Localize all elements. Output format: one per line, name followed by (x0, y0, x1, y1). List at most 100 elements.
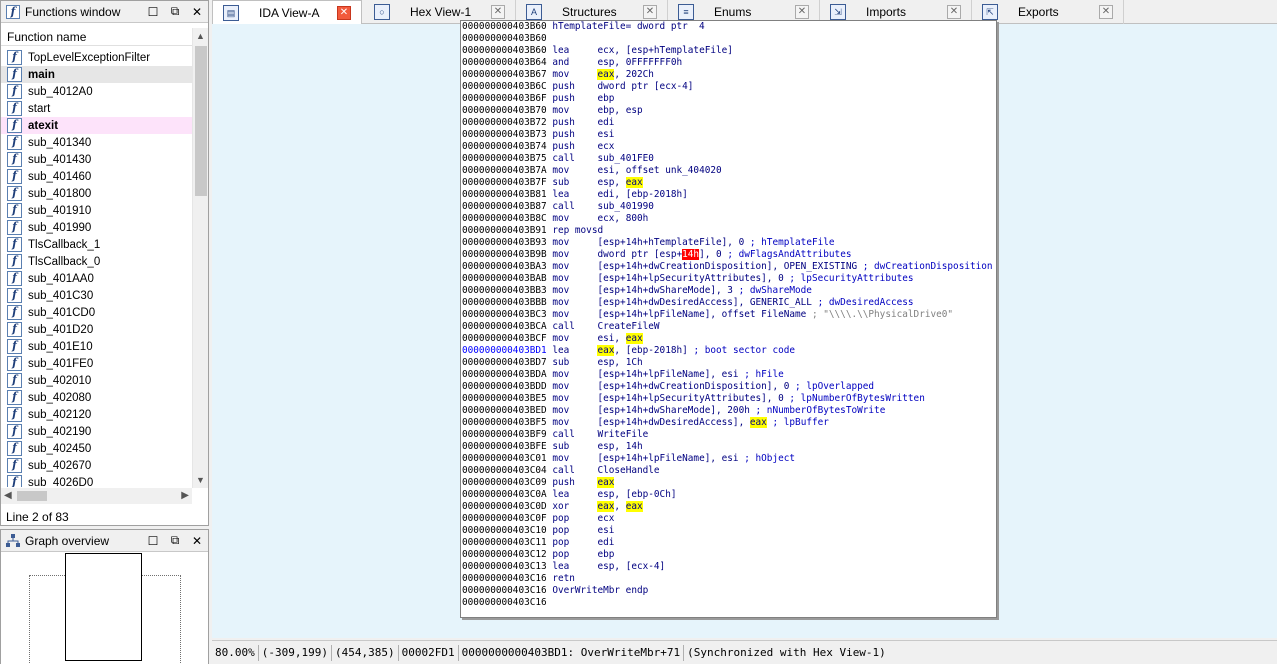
disassembly-line[interactable]: 000000000403B73 push esi (462, 129, 996, 141)
float-icon[interactable]: ⧉ (164, 533, 186, 548)
scroll-up-icon[interactable]: ▲ (193, 28, 208, 44)
disassembly-line[interactable]: 000000000403B9B mov dword ptr [esp+14h],… (462, 249, 996, 261)
disassembly-line[interactable]: 000000000403BDD mov [esp+14h+dwCreationD… (462, 381, 996, 393)
disassembly-line[interactable]: 000000000403C16 retn (462, 573, 996, 585)
disassembly-line[interactable]: 000000000403B87 call sub_401990 (462, 201, 996, 213)
disassembly-line[interactable]: 000000000403BC3 mov [esp+14h+lpFileName]… (462, 309, 996, 321)
function-list-item[interactable]: f sub_401430 (1, 151, 192, 168)
close-tab-icon[interactable]: ✕ (947, 5, 961, 19)
function-list-item[interactable]: f sub_401340 (1, 134, 192, 151)
function-list-hscrollbar[interactable]: ◀ ▶ (1, 488, 192, 504)
disassembly-line[interactable]: 000000000403B60 hTemplateFile= dword ptr… (462, 21, 996, 33)
disassembly-line[interactable]: 000000000403C09 push eax (462, 477, 996, 489)
function-list-item[interactable]: f start (1, 100, 192, 117)
close-icon[interactable]: ✕ (186, 534, 208, 548)
disassembly-line[interactable]: 000000000403C10 pop esi (462, 525, 996, 537)
close-tab-icon[interactable]: ✕ (795, 5, 809, 19)
close-tab-icon[interactable]: ✕ (1099, 5, 1113, 19)
disassembly-line[interactable]: 000000000403C01 mov [esp+14h+lpFileName]… (462, 453, 996, 465)
disassembly-line[interactable]: 000000000403B75 call sub_401FE0 (462, 153, 996, 165)
scroll-right-icon[interactable]: ▶ (181, 488, 189, 504)
disassembly-line[interactable]: 000000000403B7F sub esp, eax (462, 177, 996, 189)
disassembly-line[interactable]: 000000000403B70 mov ebp, esp (462, 105, 996, 117)
function-list-item[interactable]: f sub_402080 (1, 389, 192, 406)
disassembly-line[interactable]: 000000000403B8C mov ecx, 800h (462, 213, 996, 225)
disassembly-line[interactable]: 000000000403B93 mov [esp+14h+hTemplateFi… (462, 237, 996, 249)
function-list-item[interactable]: f sub_401910 (1, 202, 192, 219)
disassembly-line[interactable]: 000000000403B91 rep movsd (462, 225, 996, 237)
disassembly-line[interactable]: 000000000403C12 pop ebp (462, 549, 996, 561)
disassembly-line[interactable]: 000000000403B81 lea edi, [ebp-2018h] (462, 189, 996, 201)
function-list-item[interactable]: f sub_401AA0 (1, 270, 192, 287)
disassembly-line[interactable]: 000000000403BBB mov [esp+14h+dwDesiredAc… (462, 297, 996, 309)
disassembly-line[interactable]: 000000000403C11 pop edi (462, 537, 996, 549)
function-list-item[interactable]: f sub_402670 (1, 457, 192, 474)
function-list-item[interactable]: f sub_401800 (1, 185, 192, 202)
disassembly-line[interactable]: 000000000403BED mov [esp+14h+dwShareMode… (462, 405, 996, 417)
disassembly-line[interactable]: 000000000403BCA call CreateFileW (462, 321, 996, 333)
disassembly-line[interactable]: 000000000403C16 OverWriteMbr endp (462, 585, 996, 597)
disassembly-line[interactable]: 000000000403BAB mov [esp+14h+lpSecurityA… (462, 273, 996, 285)
function-list-item[interactable]: f sub_402450 (1, 440, 192, 457)
restore-icon[interactable]: ☐ (142, 534, 164, 548)
disassembly-line[interactable]: 000000000403B60 lea ecx, [esp+hTemplateF… (462, 45, 996, 57)
function-list-item[interactable]: f TopLevelExceptionFilter (1, 49, 192, 66)
function-name-column-header[interactable]: Function name (1, 28, 192, 46)
disassembly-line[interactable]: 000000000403C13 lea esp, [ecx-4] (462, 561, 996, 573)
disassembly-line[interactable]: 000000000403BFE sub esp, 14h (462, 441, 996, 453)
disassembly-line[interactable]: 000000000403BF5 mov [esp+14h+dwDesiredAc… (462, 417, 996, 429)
disassembly-line[interactable]: 000000000403BCF mov esi, eax (462, 333, 996, 345)
hscroll-thumb[interactable] (17, 491, 47, 501)
function-list-item[interactable]: f main (1, 66, 192, 83)
disassembly-line[interactable]: 000000000403C0F pop ecx (462, 513, 996, 525)
function-list-vscrollbar[interactable]: ▲ ▼ (192, 28, 208, 488)
disassembly-line[interactable]: 000000000403B74 push ecx (462, 141, 996, 153)
disassembly-line[interactable]: 000000000403C0A lea esp, [ebp-0Ch] (462, 489, 996, 501)
function-list-item[interactable]: f sub_402120 (1, 406, 192, 423)
function-list-item[interactable]: f sub_401CD0 (1, 304, 192, 321)
scroll-left-icon[interactable]: ◀ (4, 488, 12, 504)
function-list-item[interactable]: f sub_401990 (1, 219, 192, 236)
disassembly-line[interactable]: 000000000403BB3 mov [esp+14h+dwShareMode… (462, 285, 996, 297)
function-list-item[interactable]: f sub_401E10 (1, 338, 192, 355)
restore-icon[interactable]: ☐ (142, 5, 164, 19)
disassembly-line[interactable]: 000000000403B7A mov esi, offset unk_4040… (462, 165, 996, 177)
disassembly-line[interactable]: 000000000403BD7 sub esp, 1Ch (462, 357, 996, 369)
disassembly-line[interactable]: 000000000403BDA mov [esp+14h+lpFileName]… (462, 369, 996, 381)
disassembly-line[interactable]: 000000000403B6F push ebp (462, 93, 996, 105)
disassembly-line[interactable]: 000000000403B60 (462, 33, 996, 45)
disassembly-line[interactable]: 000000000403C0D xor eax, eax (462, 501, 996, 513)
disassembly-line[interactable]: 000000000403B67 mov eax, 202Ch (462, 69, 996, 81)
function-list-item[interactable]: f sub_402190 (1, 423, 192, 440)
function-list-item[interactable]: f atexit (1, 117, 192, 134)
function-list-item[interactable]: f sub_401C30 (1, 287, 192, 304)
disassembly-line[interactable]: 000000000403B64 and esp, 0FFFFFFF0h (462, 57, 996, 69)
function-list-item[interactable]: f sub_401FE0 (1, 355, 192, 372)
close-tab-icon[interactable]: ✕ (491, 5, 505, 19)
function-list-item[interactable]: f sub_4012A0 (1, 83, 192, 100)
function-list-item[interactable]: f TlsCallback_1 (1, 236, 192, 253)
graph-overview-canvas[interactable] (1, 552, 208, 664)
close-tab-icon[interactable]: ✕ (337, 6, 351, 20)
function-list-item[interactable]: f sub_4026D0 (1, 474, 192, 487)
scroll-thumb[interactable] (195, 46, 207, 196)
function-list-item[interactable]: f sub_401D20 (1, 321, 192, 338)
disassembly-line[interactable]: 000000000403B72 push edi (462, 117, 996, 129)
disassembly-line[interactable]: 000000000403BD1 lea eax, [ebp-2018h] ; b… (462, 345, 996, 357)
scroll-down-icon[interactable]: ▼ (193, 472, 208, 488)
disassembly-line[interactable]: 000000000403BA3 mov [esp+14h+dwCreationD… (462, 261, 996, 273)
function-list-item[interactable]: f sub_401460 (1, 168, 192, 185)
disassembly-line[interactable]: 000000000403C04 call CloseHandle (462, 465, 996, 477)
close-tab-icon[interactable]: ✕ (643, 5, 657, 19)
function-list-item[interactable]: f TlsCallback_0 (1, 253, 192, 270)
float-icon[interactable]: ⧉ (164, 4, 186, 19)
disassembly-line[interactable]: 000000000403B6C push dword ptr [ecx-4] (462, 81, 996, 93)
disassembly-line[interactable]: 000000000403BE5 mov [esp+14h+lpSecurityA… (462, 393, 996, 405)
graph-node-overview[interactable] (65, 553, 142, 661)
disassembly-node[interactable]: 000000000403B60 hTemplateFile= dword ptr… (460, 20, 997, 618)
ida-graph-view[interactable]: 000000000403B60 hTemplateFile= dword ptr… (212, 20, 1277, 638)
disassembly-line[interactable]: 000000000403BF9 call WriteFile (462, 429, 996, 441)
function-list-item[interactable]: f sub_402010 (1, 372, 192, 389)
tab-ida-view-a[interactable]: ▤ IDA View-A ✕ (212, 0, 362, 25)
disassembly-line[interactable]: 000000000403C16 (462, 597, 996, 609)
